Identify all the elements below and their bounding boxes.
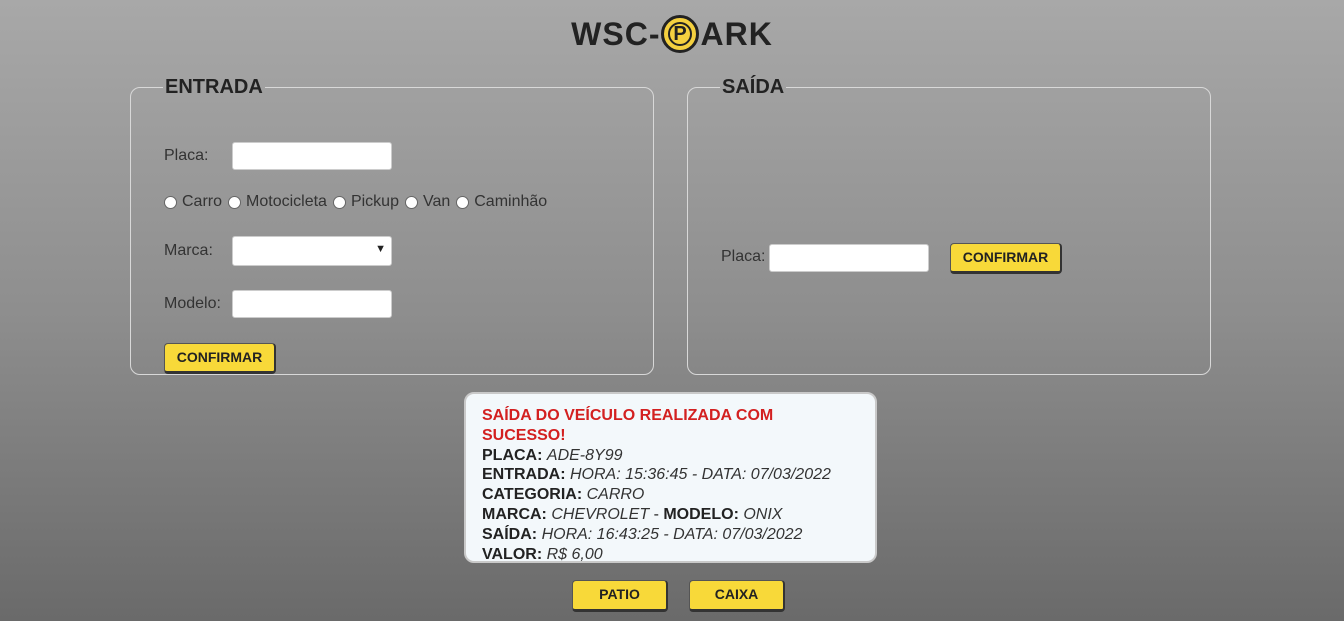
entrada-value: HORA: 15:36:45 - DATA: 07/03/2022 (570, 466, 831, 484)
saida-key: SAÍDA: (482, 525, 538, 543)
message-title: SAÍDA DO VEÍCULO REALIZADA COM SUCESSO! (482, 407, 774, 444)
logo-text-suffix: ARK (700, 16, 773, 52)
entrada-placa-label: Placa: (164, 147, 209, 164)
message-valor-line: VALOR: R$ 6,00 (482, 545, 859, 565)
chevron-down-icon: ▼ (375, 243, 386, 255)
parking-p-icon: P (661, 14, 700, 53)
saida-placa-input[interactable] (769, 244, 929, 272)
message-marca-line: MARCA: CHEVROLET - MODELO: ONIX (482, 505, 859, 525)
entrada-panel: ENTRADA Placa: Carro Motocicleta Pickup … (130, 76, 654, 375)
patio-button[interactable]: PATIO (572, 580, 668, 612)
caixa-button[interactable]: CAIXA (689, 580, 785, 612)
marca-key: MARCA: (482, 505, 547, 523)
logo-text-prefix: WSC- (571, 16, 661, 52)
radio-button-icon[interactable] (164, 195, 177, 209)
app-logo: WSC- P ARK (0, 12, 1344, 56)
entrada-modelo-label: Modelo: (164, 295, 221, 312)
radio-label-motocicleta: Motocicleta (246, 193, 327, 210)
radio-label-carro: Carro (182, 193, 223, 210)
entrada-legend: ENTRADA (165, 76, 263, 98)
radio-caminhao[interactable]: Caminhão (456, 193, 547, 211)
placa-value: ADE-8Y99 (546, 446, 623, 464)
logo-badge-letter: P (668, 21, 693, 46)
placa-key: PLACA: (482, 446, 543, 464)
radio-pickup[interactable]: Pickup (332, 193, 399, 211)
message-entrada-line: ENTRADA: HORA: 15:36:45 - DATA: 07/03/20… (482, 465, 859, 485)
marca-value: CHEVROLET (551, 505, 650, 523)
entrada-confirm-button[interactable]: CONFIRMAR (164, 343, 276, 374)
marca-modelo-separator: - (649, 505, 664, 523)
saida-value: HORA: 16:43:25 - DATA: 07/03/2022 (541, 525, 803, 543)
radio-label-van: Van (422, 193, 451, 210)
categoria-value: CARRO (586, 486, 645, 504)
entrada-modelo-input[interactable] (232, 290, 392, 318)
entrada-marca-label: Marca: (164, 242, 213, 259)
saida-panel: SAÍDA Placa: CONFIRMAR (687, 76, 1211, 375)
saida-confirm-button[interactable]: CONFIRMAR (950, 243, 1062, 274)
categoria-key: CATEGORIA: (482, 486, 583, 504)
saida-legend: SAÍDA (722, 76, 785, 98)
radio-motocicleta[interactable]: Motocicleta (228, 193, 327, 211)
modelo-key: MODELO: (663, 505, 739, 523)
radio-button-icon[interactable] (228, 195, 242, 209)
radio-label-caminhao: Caminhão (474, 193, 548, 210)
exit-success-message: SAÍDA DO VEÍCULO REALIZADA COM SUCESSO! … (464, 392, 877, 563)
message-categoria-line: CATEGORIA: CARRO (482, 485, 859, 505)
radio-carro[interactable]: Carro (164, 193, 222, 211)
vehicle-type-radio-group: Carro Motocicleta Pickup Van Caminhão (164, 193, 553, 211)
radio-button-icon[interactable] (404, 195, 418, 209)
valor-key: VALOR: (482, 545, 543, 563)
radio-label-pickup: Pickup (350, 193, 399, 210)
entrada-placa-input[interactable] (232, 142, 392, 170)
radio-button-icon[interactable] (456, 195, 470, 209)
message-saida-line: SAÍDA: HORA: 16:43:25 - DATA: 07/03/2022 (482, 525, 859, 545)
radio-button-icon[interactable] (332, 195, 346, 209)
modelo-value: ONIX (743, 505, 783, 523)
saida-placa-label: Placa: (721, 248, 766, 265)
entrada-key: ENTRADA: (482, 466, 566, 484)
radio-van[interactable]: Van (404, 193, 451, 211)
marca-select[interactable]: ▼ (232, 236, 392, 266)
valor-value: R$ 6,00 (546, 545, 603, 563)
message-placa-line: PLACA: ADE-8Y99 (482, 446, 859, 466)
